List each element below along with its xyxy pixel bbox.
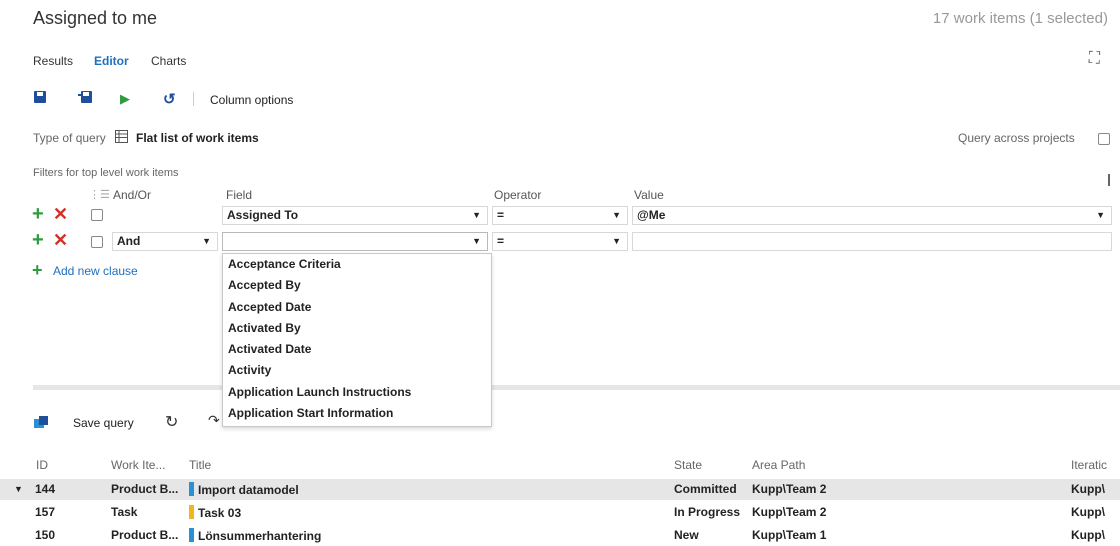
- operator-select[interactable]: = ▼: [492, 206, 628, 225]
- work-item-area-path: Kupp\Team 2: [752, 482, 827, 496]
- dropdown-option[interactable]: Activity: [223, 360, 491, 381]
- redo-icon[interactable]: ↷: [208, 412, 220, 429]
- field-header: Field: [226, 188, 253, 202]
- work-item-type: Task: [111, 505, 138, 519]
- dropdown-option[interactable]: Accepted Date: [223, 297, 491, 318]
- chevron-down-icon: ▼: [472, 236, 481, 246]
- work-item-type: Product B...: [111, 528, 179, 542]
- undo-icon[interactable]: ↺: [163, 90, 176, 108]
- value-header: Value: [634, 188, 664, 202]
- pane-splitter[interactable]: [33, 385, 1120, 390]
- chevron-down-icon: ▼: [1096, 210, 1105, 220]
- insert-clause-icon[interactable]: +: [32, 204, 44, 224]
- work-item-type-color: [189, 482, 194, 496]
- dropdown-option[interactable]: Activated By: [223, 318, 491, 339]
- insert-clause-icon[interactable]: +: [32, 230, 44, 250]
- save-as-icon[interactable]: [78, 90, 92, 107]
- refresh-icon[interactable]: ↻: [165, 412, 178, 432]
- page-title: Assigned to me: [33, 8, 158, 28]
- dropdown-option[interactable]: Activated Date: [223, 339, 491, 360]
- value-select[interactable]: @Me ▼: [632, 206, 1112, 225]
- work-item-iteration: Kupp\: [1071, 482, 1105, 496]
- field-select[interactable]: ▼: [222, 232, 488, 251]
- filters-title: Filters for top level work items: [33, 167, 179, 179]
- column-header-iteration[interactable]: Iteratic: [1071, 458, 1107, 472]
- work-item-area-path: Kupp\Team 2: [752, 505, 827, 519]
- work-item-state: New: [674, 528, 699, 542]
- dropdown-option[interactable]: Accepted By: [223, 275, 491, 296]
- work-item-state: In Progress: [674, 505, 741, 519]
- flat-list-icon: [115, 130, 128, 146]
- work-item-id: 157: [35, 505, 56, 519]
- panel-edge-marker: [1108, 174, 1110, 186]
- work-item-count: 17 work items (1 selected): [932, 10, 1108, 27]
- tab-editor[interactable]: Editor: [94, 54, 129, 68]
- work-item-id: 144: [35, 482, 56, 496]
- clause-select-checkbox[interactable]: [91, 209, 103, 221]
- column-header-work-item-type[interactable]: Work Ite...: [111, 458, 165, 472]
- query-across-projects-label: Query across projects: [958, 131, 1075, 145]
- field-dropdown-list: Acceptance Criteria Accepted By Accepted…: [222, 253, 492, 427]
- dropdown-option[interactable]: Acceptance Criteria: [223, 254, 491, 275]
- chevron-down-icon: ▼: [612, 210, 621, 220]
- work-item-type: Product B...: [111, 482, 179, 496]
- work-item-iteration: Kupp\: [1071, 505, 1105, 519]
- row-expand-icon[interactable]: ▼: [14, 484, 23, 494]
- andor-select[interactable]: And ▼: [112, 232, 218, 251]
- work-item-type-color: [189, 505, 194, 519]
- column-header-title[interactable]: Title: [189, 458, 211, 472]
- work-item-area-path: Kupp\Team 1: [752, 528, 827, 542]
- andor-header: And/Or: [113, 188, 152, 202]
- query-type-label: Type of query: [33, 131, 106, 145]
- query-across-projects-checkbox[interactable]: [1098, 133, 1110, 145]
- chevron-down-icon: ▼: [612, 236, 621, 246]
- work-item-iteration: Kupp\: [1071, 528, 1105, 542]
- dropdown-option[interactable]: Application Launch Instructions: [223, 382, 491, 403]
- field-select[interactable]: Assigned To ▼: [222, 206, 488, 225]
- add-new-clause-link[interactable]: Add new clause: [53, 264, 138, 278]
- remove-clause-icon[interactable]: ✕: [53, 231, 68, 249]
- column-header-id[interactable]: ID: [36, 458, 48, 472]
- remove-clause-icon[interactable]: ✕: [53, 205, 68, 223]
- chevron-down-icon: ▼: [202, 236, 211, 246]
- work-item-id: 150: [35, 528, 56, 542]
- run-query-icon[interactable]: ▶: [120, 91, 130, 107]
- group-clauses-icon[interactable]: ⋮☰: [89, 188, 110, 201]
- work-item-type-color: [189, 528, 194, 542]
- save-icon[interactable]: [34, 90, 46, 107]
- tab-results[interactable]: Results: [33, 54, 73, 68]
- work-item-title[interactable]: Task 03: [198, 506, 241, 520]
- column-header-area-path[interactable]: Area Path: [752, 458, 805, 472]
- toolbar-divider: [193, 92, 194, 106]
- chevron-down-icon: ▼: [472, 210, 481, 220]
- operator-header: Operator: [494, 188, 542, 202]
- table-row[interactable]: ▼ 144 Product B... Import datamodel Comm…: [0, 479, 1120, 500]
- save-query-icon[interactable]: [34, 416, 48, 431]
- work-item-state: Committed: [674, 482, 737, 496]
- work-item-title[interactable]: Import datamodel: [198, 483, 299, 497]
- column-options-button[interactable]: Column options: [210, 93, 293, 107]
- add-clause-icon[interactable]: +: [32, 261, 43, 279]
- dropdown-option[interactable]: Application Start Information: [223, 403, 491, 424]
- clause-select-checkbox[interactable]: [91, 236, 103, 248]
- column-header-state[interactable]: State: [674, 458, 702, 472]
- fullscreen-icon[interactable]: ⛶: [1089, 50, 1100, 68]
- value-input[interactable]: [632, 232, 1112, 251]
- operator-select[interactable]: = ▼: [492, 232, 628, 251]
- query-type-select[interactable]: Flat list of work items: [136, 131, 259, 145]
- tab-charts[interactable]: Charts: [151, 54, 186, 68]
- save-query-button[interactable]: Save query: [73, 416, 134, 430]
- table-row[interactable]: 150 Product B... Lönsummerhantering New …: [0, 525, 1120, 546]
- table-row[interactable]: 157 Task Task 03 In Progress Kupp\Team 2…: [0, 502, 1120, 523]
